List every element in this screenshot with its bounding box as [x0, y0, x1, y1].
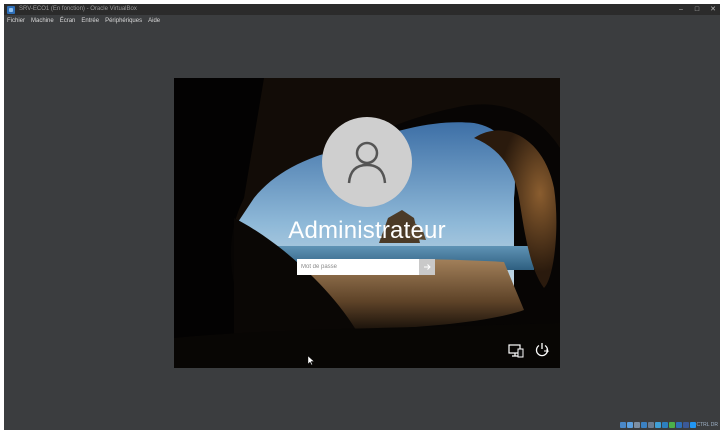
virtualbox-app-icon [7, 5, 15, 14]
usb-icon[interactable] [647, 422, 654, 428]
account-username: Administrateur [288, 217, 446, 244]
password-input[interactable] [297, 259, 419, 275]
window-controls: – □ ✕ [674, 4, 720, 15]
arrow-right-icon [424, 264, 431, 270]
network-icon[interactable] [508, 344, 524, 363]
maximize-button[interactable]: □ [690, 4, 704, 15]
password-row [297, 259, 435, 275]
disk-icon[interactable] [619, 422, 626, 428]
menu-ecran[interactable]: Écran [60, 18, 76, 24]
optical-icon[interactable] [626, 422, 633, 428]
shared-folder-icon[interactable] [654, 422, 661, 428]
cpu-icon[interactable] [675, 422, 682, 428]
menu-aide[interactable]: Aide [148, 18, 160, 24]
mouse-integration-icon[interactable] [682, 422, 689, 428]
vm-guest-screen[interactable]: Administrateur [174, 78, 560, 368]
record-icon[interactable] [668, 422, 675, 428]
virtualbox-window: SRV-ECO1 (En fonction) - Oracle VirtualB… [4, 4, 720, 430]
menu-fichier[interactable]: Fichier [7, 18, 25, 24]
user-avatar [322, 117, 412, 207]
audio-icon[interactable] [633, 422, 640, 428]
menu-entree[interactable]: Entrée [81, 18, 99, 24]
power-icon[interactable] [534, 342, 550, 363]
menu-peripheriques[interactable]: Périphériques [105, 18, 142, 24]
menu-machine[interactable]: Machine [31, 18, 54, 24]
user-icon [347, 141, 387, 184]
vm-status-bar: CTRL DR [619, 422, 718, 428]
host-key-label: CTRL DR [696, 422, 718, 428]
window-titlebar[interactable]: SRV-ECO1 (En fonction) - Oracle VirtualB… [4, 4, 720, 15]
display-icon[interactable] [661, 422, 668, 428]
menu-bar: Fichier Machine Écran Entrée Périphériqu… [4, 15, 720, 27]
keyboard-icon[interactable] [689, 422, 696, 428]
window-title: SRV-ECO1 (En fonction) - Oracle VirtualB… [19, 6, 137, 12]
submit-button[interactable] [419, 259, 435, 275]
network-status-icon[interactable] [640, 422, 647, 428]
close-button[interactable]: ✕ [706, 4, 720, 15]
mouse-cursor-icon [307, 352, 315, 370]
minimize-button[interactable]: – [674, 4, 688, 15]
